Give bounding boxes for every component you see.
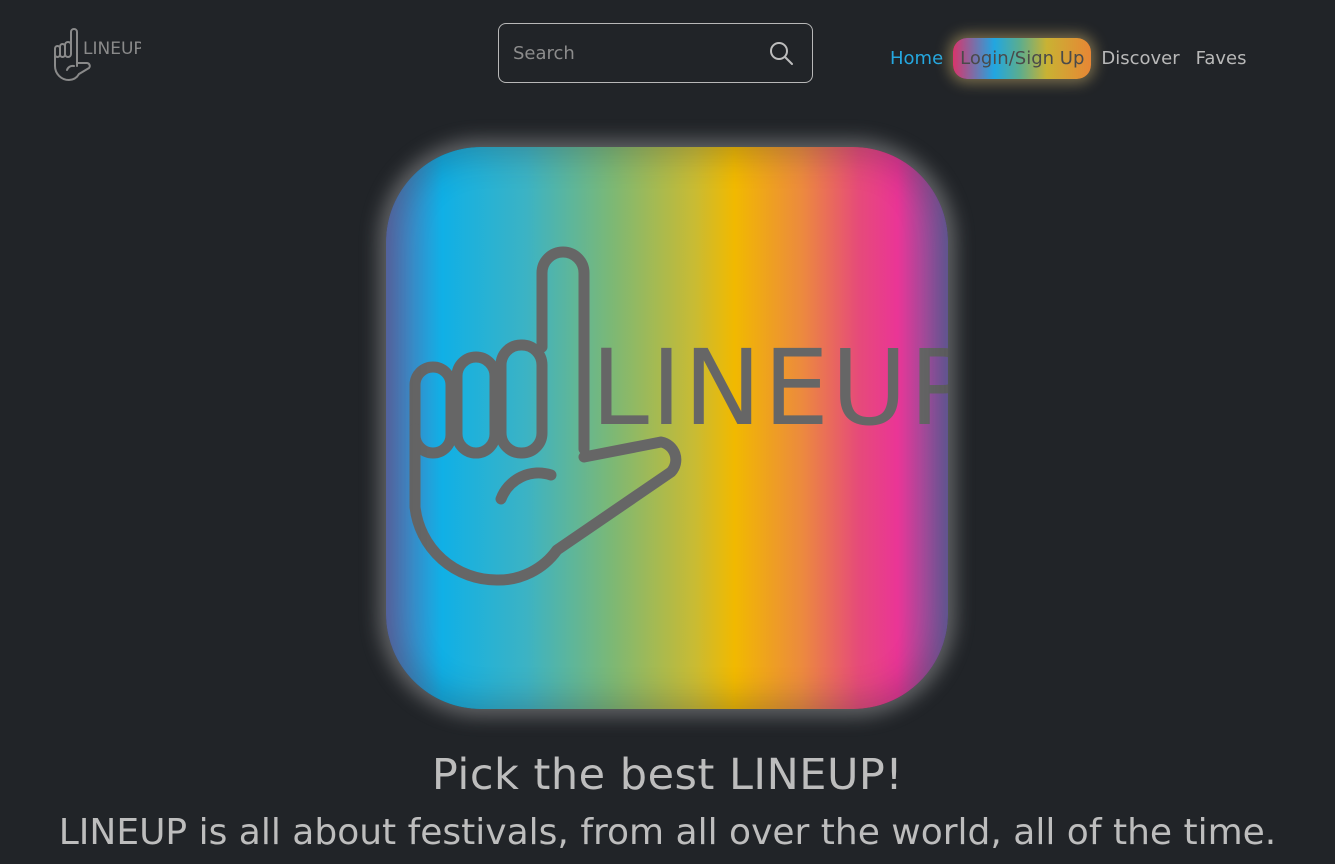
nav-discover[interactable]: Discover [1101, 48, 1179, 69]
search-box [498, 23, 813, 83]
nav-login-signup[interactable]: Login/Sign Up [953, 37, 1092, 79]
hero-logo-text: LINEUP [591, 327, 948, 449]
nav-faves[interactable]: Faves [1196, 48, 1247, 69]
hand-l-logo-icon: LINEUP [54, 28, 141, 81]
brand-text: LINEUP [83, 39, 141, 59]
page-subtitle: LINEUP is all about festivals, from all … [58, 812, 1277, 853]
nav-home[interactable]: Home [890, 48, 943, 69]
search-icon[interactable] [768, 40, 794, 66]
main-nav: Home Login/Sign Up Discover Faves [884, 36, 1247, 80]
brand-logo[interactable]: LINEUP [51, 26, 141, 84]
hero-logo-card: LINEUP [386, 147, 948, 709]
page-title: Pick the best LINEUP! [431, 750, 904, 800]
hand-l-logo-icon: LINEUP [409, 246, 948, 586]
search-input[interactable] [513, 34, 753, 72]
